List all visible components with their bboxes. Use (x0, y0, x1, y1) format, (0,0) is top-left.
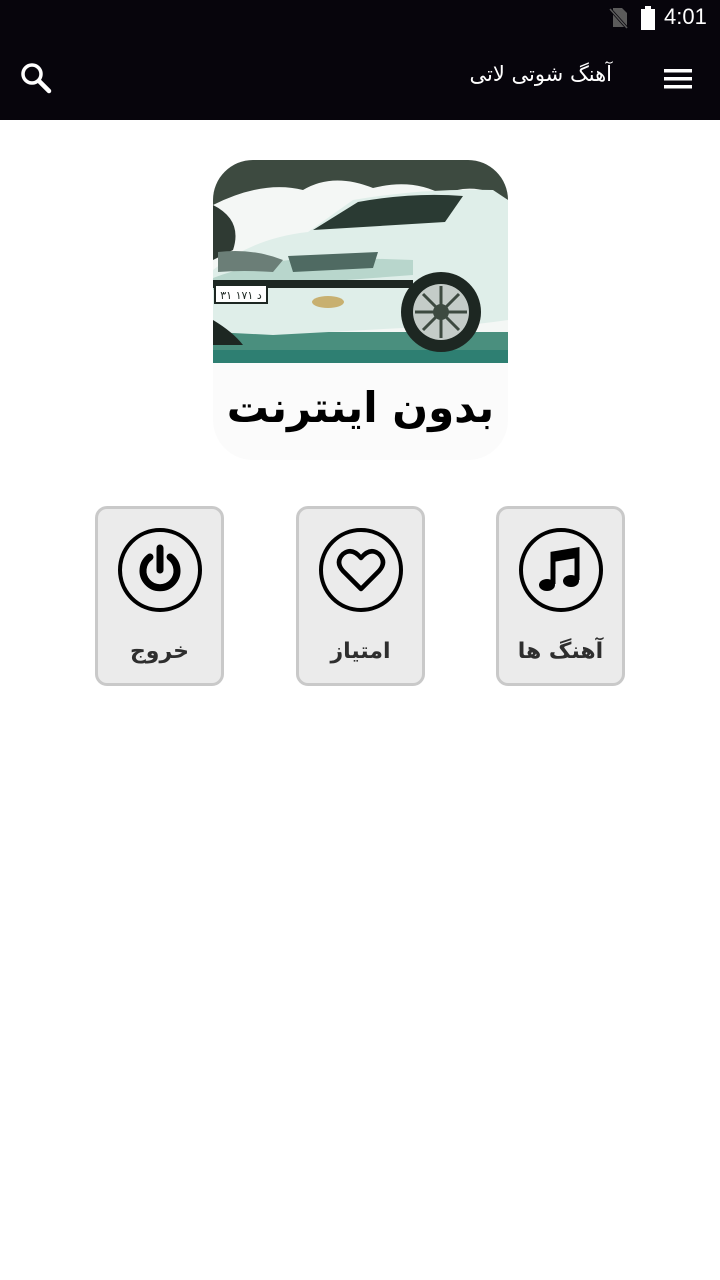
hamburger-menu-icon[interactable] (658, 62, 698, 98)
status-time: 4:01 (664, 4, 707, 29)
rate-button[interactable]: امتیاز (296, 506, 425, 686)
search-icon[interactable] (18, 60, 54, 96)
heart-icon (319, 528, 403, 612)
power-icon (118, 528, 202, 612)
songs-label: آهنگ ها (517, 639, 604, 664)
exit-label: خروج (129, 639, 190, 664)
app-title: آهنگ شوتی لاتی (469, 62, 612, 86)
app-toolbar: آهنگ شوتی لاتی (0, 38, 720, 120)
offline-banner: ۳۱ ۱۷۱ د بدون اینترنت (213, 160, 508, 460)
no-sim-icon (608, 7, 628, 29)
exit-button[interactable]: خروج (95, 506, 224, 686)
rate-label: امتیاز (330, 639, 391, 664)
banner-caption: بدون اینترنت (226, 383, 495, 432)
songs-button[interactable]: آهنگ ها (496, 506, 625, 686)
plate-text: ۳۱ ۱۷۱ د (220, 289, 262, 302)
car-photo: ۳۱ ۱۷۱ د (213, 160, 508, 363)
status-bar: 4:01 (0, 0, 720, 38)
battery-icon (641, 6, 655, 30)
music-note-icon (519, 528, 603, 612)
